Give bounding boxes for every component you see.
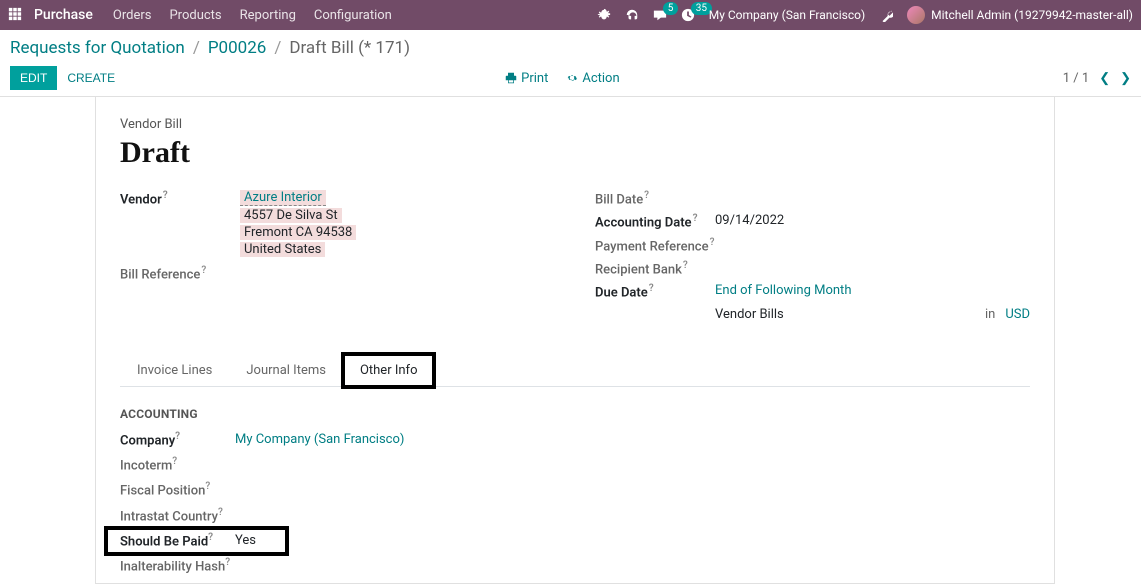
doc-state: Draft <box>120 136 1030 170</box>
control-bar: Requests for Quotation / P00026 / Draft … <box>0 30 1141 90</box>
other-info-pane: ACCOUNTING Company? My Company (San Fran… <box>120 407 560 575</box>
debug-icon[interactable] <box>597 8 611 22</box>
should-be-paid-value: Yes <box>235 533 256 548</box>
action-button[interactable]: Action <box>566 71 619 86</box>
right-column: Bill Date? Accounting Date? 09/14/2022 P… <box>595 190 1030 328</box>
vendor-addr1: 4557 De Silva St <box>240 208 342 223</box>
support-icon[interactable] <box>625 8 639 22</box>
user-name: Mitchell Admin (19279942-master-all) <box>931 8 1133 22</box>
breadcrumb-current: Draft Bill (* 171) <box>289 38 410 58</box>
nav-reporting[interactable]: Reporting <box>240 8 296 23</box>
intrastat-label: Intrastat Country? <box>120 507 235 524</box>
sheet-wrap: Vendor Bill Draft Vendor? Azure Interior… <box>0 96 1141 584</box>
nav-configuration[interactable]: Configuration <box>314 8 392 23</box>
actions-row: EDIT CREATE Print Action 1 / 1 ❮ ❯ <box>10 66 1131 90</box>
inalterability-label: Inalterability Hash? <box>120 557 235 574</box>
should-be-paid-label: Should Be Paid? <box>120 532 235 549</box>
company-label: Company? <box>120 431 235 448</box>
pager: 1 / 1 <box>1063 71 1089 86</box>
vendor-addr3: United States <box>240 242 325 257</box>
payment-ref-label: Payment Reference? <box>595 237 715 254</box>
left-column: Vendor? Azure Interior 4557 De Silva St … <box>120 190 555 328</box>
recipient-bank-label: Recipient Bank? <box>595 260 715 277</box>
form-sheet: Vendor Bill Draft Vendor? Azure Interior… <box>95 97 1055 584</box>
due-date-value[interactable]: End of Following Month <box>715 283 851 298</box>
tabs: Invoice Lines Journal Items Other Info <box>120 354 1030 387</box>
company-value[interactable]: My Company (San Francisco) <box>235 432 404 447</box>
nav-products[interactable]: Products <box>169 8 221 23</box>
bill-ref-label: Bill Reference? <box>120 265 240 282</box>
avatar <box>907 6 925 24</box>
breadcrumb: Requests for Quotation / P00026 / Draft … <box>10 38 1131 58</box>
company-switcher[interactable]: My Company (San Francisco) <box>709 8 865 22</box>
tools-icon[interactable] <box>879 8 893 22</box>
journal-in: in <box>985 307 995 322</box>
doc-type: Vendor Bill <box>120 117 1030 132</box>
accounting-heading: ACCOUNTING <box>120 407 560 421</box>
bill-date-label: Bill Date? <box>595 190 715 207</box>
breadcrumb-root[interactable]: Requests for Quotation <box>10 38 185 58</box>
breadcrumb-l1[interactable]: P00026 <box>208 38 267 58</box>
journal-value: Vendor Bills <box>715 307 784 322</box>
activities-icon[interactable]: 35 <box>681 8 695 22</box>
create-button[interactable]: CREATE <box>67 71 115 85</box>
app-brand[interactable]: Purchase <box>34 7 93 23</box>
user-menu[interactable]: Mitchell Admin (19279942-master-all) <box>907 6 1133 24</box>
apps-icon[interactable] <box>8 7 24 23</box>
accounting-date-label: Accounting Date? <box>595 213 715 230</box>
fiscal-position-label: Fiscal Position? <box>120 481 235 498</box>
currency-value[interactable]: USD <box>1005 307 1030 322</box>
messaging-badge: 5 <box>663 2 679 15</box>
pager-next-icon[interactable]: ❯ <box>1120 71 1131 86</box>
print-button[interactable]: Print <box>505 71 548 86</box>
pager-prev-icon[interactable]: ❮ <box>1099 71 1110 86</box>
tab-journal-items[interactable]: Journal Items <box>229 354 343 386</box>
tab-other-info[interactable]: Other Info <box>343 354 435 387</box>
accounting-date-value: 09/14/2022 <box>715 213 1030 228</box>
tab-invoice-lines[interactable]: Invoice Lines <box>120 354 229 386</box>
incoterm-label: Incoterm? <box>120 456 235 473</box>
vendor-link[interactable]: Azure Interior <box>240 190 326 206</box>
nav-orders[interactable]: Orders <box>113 8 152 23</box>
navbar: Purchase Orders Products Reporting Confi… <box>0 0 1141 30</box>
messaging-icon[interactable]: 5 <box>653 8 667 22</box>
edit-button[interactable]: EDIT <box>10 66 57 90</box>
due-date-label: Due Date? <box>595 283 715 300</box>
vendor-addr2: Fremont CA 94538 <box>240 225 356 240</box>
vendor-label: Vendor? <box>120 190 240 207</box>
